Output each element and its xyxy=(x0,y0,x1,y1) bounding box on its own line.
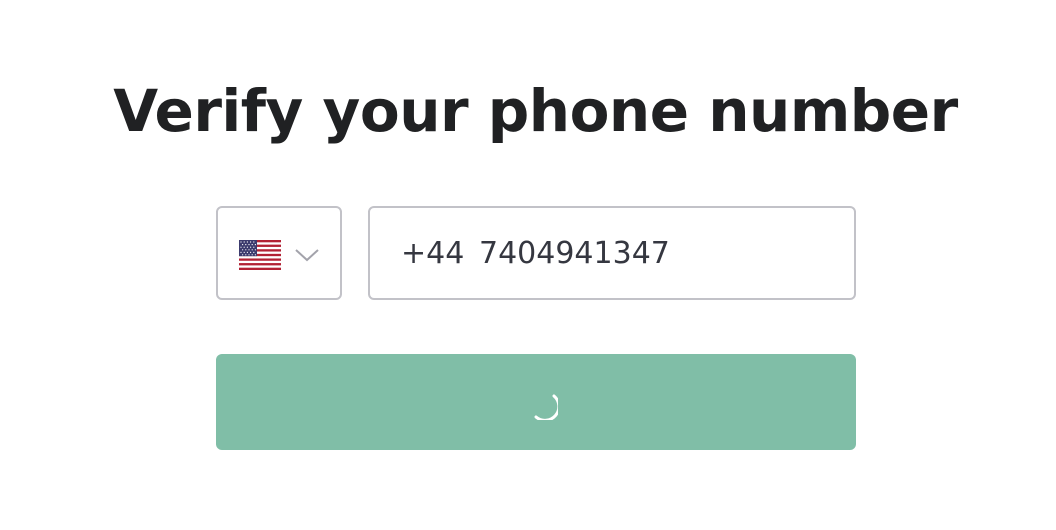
chevron-down-icon xyxy=(295,249,319,262)
dial-code: +44 xyxy=(401,236,465,271)
us-flag-icon xyxy=(239,240,281,270)
country-select[interactable] xyxy=(216,206,342,300)
phone-number-input[interactable]: +44 7404941347 xyxy=(368,206,856,300)
spinner-icon xyxy=(534,394,558,420)
phone-number-value[interactable]: 7404941347 xyxy=(479,234,670,274)
verify-phone-page: Verify your phone number +44 7404941347 xyxy=(0,0,1056,530)
page-title: Verify your phone number xyxy=(113,77,958,145)
